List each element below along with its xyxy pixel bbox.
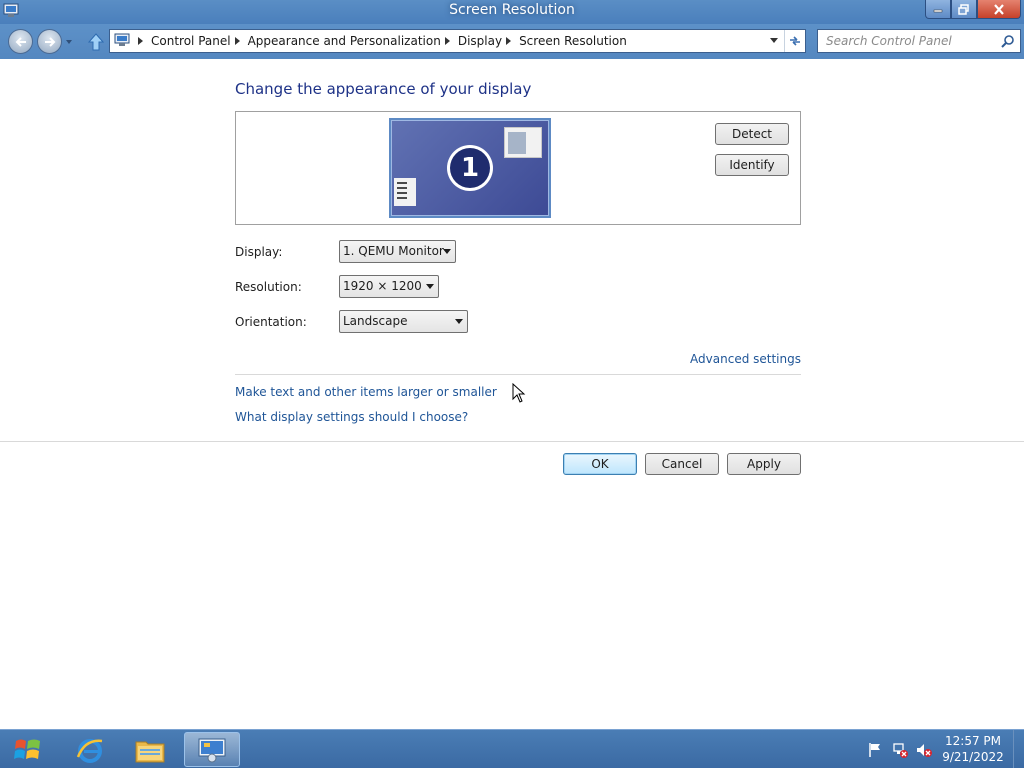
control-panel-icon: [114, 33, 130, 46]
orientation-label: Orientation:: [235, 315, 307, 329]
action-center-flag-icon[interactable]: [867, 742, 883, 758]
display-settings-help-link[interactable]: What display settings should I choose?: [235, 410, 468, 424]
address-dropdown-button[interactable]: [765, 30, 783, 52]
start-button[interactable]: [4, 733, 52, 767]
resolution-select-value: 1920 × 1200: [343, 279, 422, 293]
taskbar-internet-explorer[interactable]: [62, 732, 118, 767]
apply-button[interactable]: Apply: [727, 453, 801, 475]
internet-explorer-icon: [76, 738, 103, 763]
chevron-down-icon: [426, 284, 434, 289]
identify-button[interactable]: Identify: [715, 154, 789, 176]
breadcrumb-control-panel[interactable]: Control Panel: [151, 34, 231, 48]
breadcrumb-screen-resolution[interactable]: Screen Resolution: [519, 34, 627, 48]
restore-button[interactable]: [951, 0, 977, 19]
taskbar: 12:57 PM 9/21/2022: [0, 729, 1024, 768]
breadcrumb-separator-icon[interactable]: [138, 37, 143, 45]
breadcrumb-appearance-and-personalization[interactable]: Appearance and Personalization: [248, 34, 441, 48]
clock-time: 12:57 PM: [945, 734, 1001, 748]
monitor-sidebar-thumbnail: [394, 178, 416, 206]
chevron-down-icon: [770, 38, 778, 43]
resolution-select[interactable]: 1920 × 1200: [339, 275, 439, 298]
breadcrumb-separator-icon[interactable]: [444, 37, 450, 45]
breadcrumb: Control Panel Appearance and Personaliza…: [134, 30, 627, 52]
breadcrumb-separator-icon[interactable]: [234, 37, 240, 45]
restore-icon: [958, 3, 969, 15]
address-bar[interactable]: Control Panel Appearance and Personaliza…: [109, 29, 806, 53]
refresh-button[interactable]: [784, 30, 805, 52]
minimize-button[interactable]: [925, 0, 951, 19]
page-title: Change the appearance of your display: [235, 80, 532, 98]
taskbar-control-panel-window[interactable]: [184, 732, 240, 767]
chevron-down-icon: [443, 249, 451, 254]
cancel-button[interactable]: Cancel: [645, 453, 719, 475]
breadcrumb-separator-icon[interactable]: [506, 37, 512, 45]
chevron-down-icon: [455, 319, 463, 324]
display-select-value: 1. QEMU Monitor: [343, 244, 444, 258]
refresh-icon: [790, 36, 800, 46]
orientation-select-value: Landscape: [343, 314, 408, 328]
text-size-link[interactable]: Make text and other items larger or smal…: [235, 385, 497, 399]
monitor-preview-panel: 1 Detect Identify: [235, 111, 801, 225]
navigation-bar: Control Panel Appearance and Personaliza…: [0, 24, 1024, 59]
start-orb-icon: [14, 739, 40, 759]
up-arrow-icon[interactable]: [88, 33, 104, 51]
file-explorer-icon: [135, 741, 165, 762]
display-label: Display:: [235, 245, 283, 259]
recent-locations-chevron-icon[interactable]: [65, 38, 73, 46]
network-disconnected-icon[interactable]: [892, 742, 908, 758]
advanced-settings-link[interactable]: Advanced settings: [690, 352, 801, 366]
monitor-number-badge: 1: [447, 145, 493, 191]
volume-muted-icon[interactable]: [916, 742, 932, 758]
forward-button[interactable]: [37, 29, 62, 54]
button-area-divider: [0, 441, 1024, 442]
taskbar-file-explorer[interactable]: [122, 732, 178, 767]
clock-date: 9/21/2022: [942, 750, 1004, 764]
close-icon: [994, 3, 1004, 15]
display-settings-icon: [198, 738, 226, 762]
breadcrumb-display[interactable]: Display: [458, 34, 502, 48]
monitor-1-preview[interactable]: 1: [389, 118, 551, 218]
mouse-pointer-icon: [512, 383, 526, 403]
monitor-number: 1: [450, 148, 490, 188]
section-divider: [235, 374, 801, 375]
title-bar: Screen Resolution: [0, 0, 1024, 24]
window-title: Screen Resolution: [449, 2, 575, 18]
forward-arrow-icon: [44, 36, 55, 47]
search-placeholder: Search Control Panel: [826, 34, 952, 48]
search-box[interactable]: Search Control Panel: [817, 29, 1021, 53]
screen-resolution-content: Change the appearance of your display 1 …: [0, 59, 1024, 729]
show-desktop-button[interactable]: [1013, 730, 1024, 768]
detect-button[interactable]: Detect: [715, 123, 789, 145]
ok-button[interactable]: OK: [563, 453, 637, 475]
back-arrow-icon: [15, 36, 26, 47]
taskbar-clock[interactable]: 12:57 PM 9/21/2022: [940, 733, 1006, 765]
orientation-select[interactable]: Landscape: [339, 310, 468, 333]
display-select[interactable]: 1. QEMU Monitor: [339, 240, 456, 263]
resolution-label: Resolution:: [235, 280, 302, 294]
minimize-icon: [933, 9, 943, 13]
monitor-window-thumbnail: [504, 127, 542, 158]
search-icon[interactable]: [1001, 34, 1015, 48]
back-button[interactable]: [8, 29, 33, 54]
close-button[interactable]: [977, 0, 1021, 19]
